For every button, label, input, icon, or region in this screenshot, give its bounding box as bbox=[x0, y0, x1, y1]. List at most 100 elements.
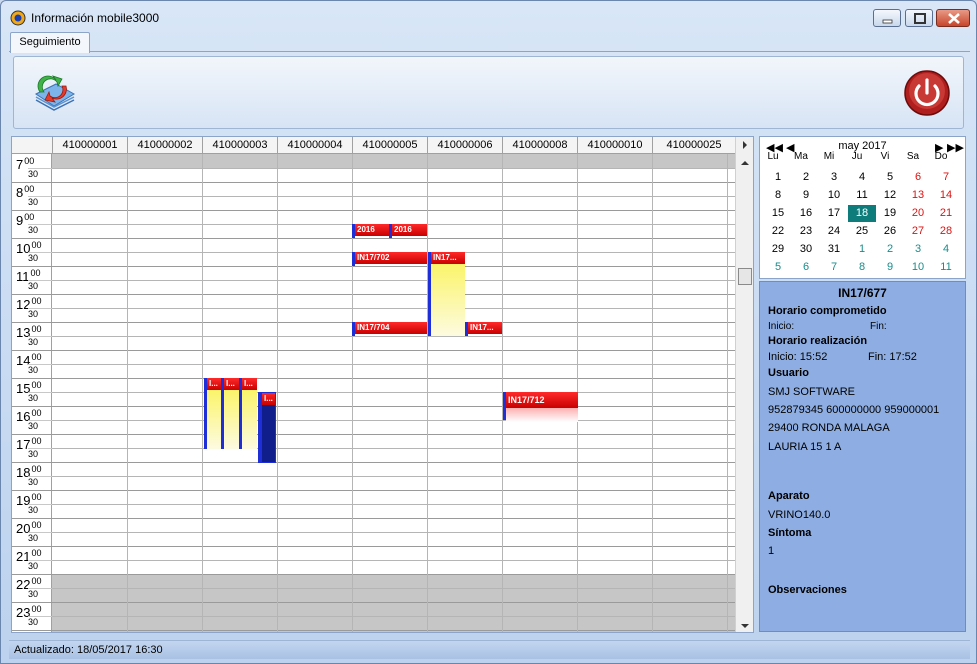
appointment-block[interactable]: 2016 bbox=[352, 224, 389, 238]
calendar-day[interactable]: 15 bbox=[764, 205, 792, 222]
calendar-day[interactable]: 1 bbox=[764, 169, 792, 186]
column-header-cell[interactable]: 410000006 bbox=[427, 137, 502, 154]
calendar-day[interactable]: 9 bbox=[876, 259, 904, 276]
calendar-day[interactable]: 24 bbox=[820, 223, 848, 240]
scroll-thumb[interactable] bbox=[738, 268, 752, 285]
calendar-day[interactable]: 10 bbox=[820, 187, 848, 204]
calendar-day[interactable]: 4 bbox=[932, 241, 960, 258]
column-header-cell[interactable]: 410000025 bbox=[652, 137, 735, 154]
calendar-day[interactable]: 16 bbox=[792, 205, 820, 222]
calendar-day[interactable]: 13 bbox=[904, 187, 932, 204]
vertical-scrollbar[interactable] bbox=[735, 137, 753, 632]
half-hour-label: 30 bbox=[28, 197, 39, 207]
column-header-cell[interactable]: 410000010 bbox=[577, 137, 652, 154]
calendar-day[interactable]: 2 bbox=[792, 169, 820, 186]
appointment-block[interactable]: I... bbox=[204, 378, 221, 449]
calendar-day[interactable]: 18 bbox=[848, 205, 876, 222]
appointment-block[interactable]: IN17/704 bbox=[352, 322, 427, 336]
row-divider bbox=[52, 196, 735, 197]
column-header-cell[interactable]: 410000005 bbox=[352, 137, 427, 154]
column-header-cell[interactable]: 410000004 bbox=[277, 137, 352, 154]
appointment-block[interactable]: IN17/712 bbox=[503, 392, 578, 422]
hour-divider bbox=[12, 518, 52, 519]
row-divider bbox=[52, 168, 735, 169]
row-divider bbox=[52, 476, 735, 477]
hour-divider bbox=[12, 322, 52, 323]
column-header-cell[interactable]: 410000001 bbox=[52, 137, 127, 154]
calendar-day[interactable]: 12 bbox=[876, 187, 904, 204]
calendar-day[interactable]: 1 bbox=[848, 241, 876, 258]
hour-divider bbox=[12, 266, 52, 267]
row-divider bbox=[52, 490, 735, 491]
calendar-day[interactable]: 30 bbox=[792, 241, 820, 258]
calendar-day[interactable]: 7 bbox=[932, 169, 960, 186]
calendar-day[interactable]: 8 bbox=[848, 259, 876, 276]
calendar-day[interactable]: 21 bbox=[932, 205, 960, 222]
calendar-day[interactable]: 20 bbox=[904, 205, 932, 222]
scroll-up-icon[interactable] bbox=[736, 155, 754, 171]
calendar-day[interactable]: 6 bbox=[792, 259, 820, 276]
calendar-day[interactable]: 3 bbox=[904, 241, 932, 258]
appointment-body bbox=[207, 390, 221, 449]
calendar-day[interactable]: 3 bbox=[820, 169, 848, 186]
calendar-day[interactable]: 10 bbox=[904, 259, 932, 276]
appointment-block[interactable]: IN17/702 bbox=[352, 252, 427, 266]
exit-button[interactable] bbox=[903, 69, 951, 117]
time-column: 700 30 800 30 900 30 1000 30 1100 30 1200 30 1300 30 1… bbox=[12, 154, 52, 632]
minimize-button[interactable] bbox=[873, 9, 901, 27]
minute-label: 00 bbox=[31, 520, 42, 530]
column-header-cell[interactable]: 410000002 bbox=[127, 137, 202, 154]
calendar-day[interactable]: 31 bbox=[820, 241, 848, 258]
column-header-cell[interactable]: 410000008 bbox=[502, 137, 577, 154]
calendar-day[interactable]: 6 bbox=[904, 169, 932, 186]
calendar-day[interactable]: 28 bbox=[932, 223, 960, 240]
calendar-day[interactable]: 2 bbox=[876, 241, 904, 258]
appointment-block[interactable]: I... bbox=[239, 378, 257, 449]
sintoma-valor: 1 bbox=[768, 545, 775, 557]
appointment-block[interactable]: IN17... bbox=[465, 322, 502, 336]
schedule-body[interactable]: 2016 2016 IN17/702 IN17... IN17/704 IN17… bbox=[52, 154, 735, 632]
calendar-day[interactable]: 25 bbox=[848, 223, 876, 240]
restore-button[interactable] bbox=[905, 9, 933, 27]
calendar-day[interactable]: 26 bbox=[876, 223, 904, 240]
horario-realizacion-label: Horario realización bbox=[768, 335, 868, 347]
refresh-icon bbox=[35, 75, 75, 111]
minute-label: 00 bbox=[24, 156, 35, 166]
row-divider bbox=[52, 420, 735, 421]
appointment-label: IN17/702 bbox=[355, 252, 427, 264]
minute-label: 00 bbox=[31, 296, 42, 306]
calendar-day[interactable]: 11 bbox=[848, 187, 876, 204]
calendar-day[interactable]: 4 bbox=[848, 169, 876, 186]
hour-number: 7 bbox=[16, 157, 24, 172]
calendar-day[interactable]: 19 bbox=[876, 205, 904, 222]
tab-seguimiento[interactable]: Seguimiento bbox=[10, 32, 90, 53]
close-button[interactable] bbox=[936, 9, 970, 27]
calendar-day[interactable]: 9 bbox=[792, 187, 820, 204]
calendar-day[interactable]: 5 bbox=[876, 169, 904, 186]
appointment-block[interactable]: I... bbox=[221, 378, 239, 449]
calendar-day[interactable]: 5 bbox=[764, 259, 792, 276]
hour-divider bbox=[12, 602, 52, 603]
calendar-day[interactable]: 7 bbox=[820, 259, 848, 276]
calendar-day[interactable]: 22 bbox=[764, 223, 792, 240]
scroll-down-icon[interactable] bbox=[736, 618, 754, 633]
refresh-button[interactable] bbox=[30, 72, 78, 116]
column-header-cell[interactable]: 410000003 bbox=[202, 137, 277, 154]
half-hour-divider bbox=[28, 252, 52, 253]
appointment-label: IN17/704 bbox=[355, 322, 427, 334]
appointment-block[interactable]: IN17... bbox=[428, 252, 465, 336]
calendar-day[interactable]: 11 bbox=[932, 259, 960, 276]
appointment-block[interactable]: I... bbox=[258, 392, 276, 463]
window-title: Información mobile3000 bbox=[31, 11, 160, 25]
scroll-right-icon[interactable] bbox=[736, 137, 754, 153]
calendar-day[interactable]: 8 bbox=[764, 187, 792, 204]
half-hour-label: 30 bbox=[28, 421, 39, 431]
appointment-block[interactable]: 2016 bbox=[389, 224, 427, 238]
calendar-day[interactable]: 17 bbox=[820, 205, 848, 222]
horario-comprometido-label: Horario comprometido bbox=[768, 305, 887, 317]
calendar-day[interactable]: 27 bbox=[904, 223, 932, 240]
calendar-day[interactable]: 23 bbox=[792, 223, 820, 240]
calendar-day[interactable]: 29 bbox=[764, 241, 792, 258]
calendar-day[interactable]: 14 bbox=[932, 187, 960, 204]
half-hour-label: 30 bbox=[28, 449, 39, 459]
